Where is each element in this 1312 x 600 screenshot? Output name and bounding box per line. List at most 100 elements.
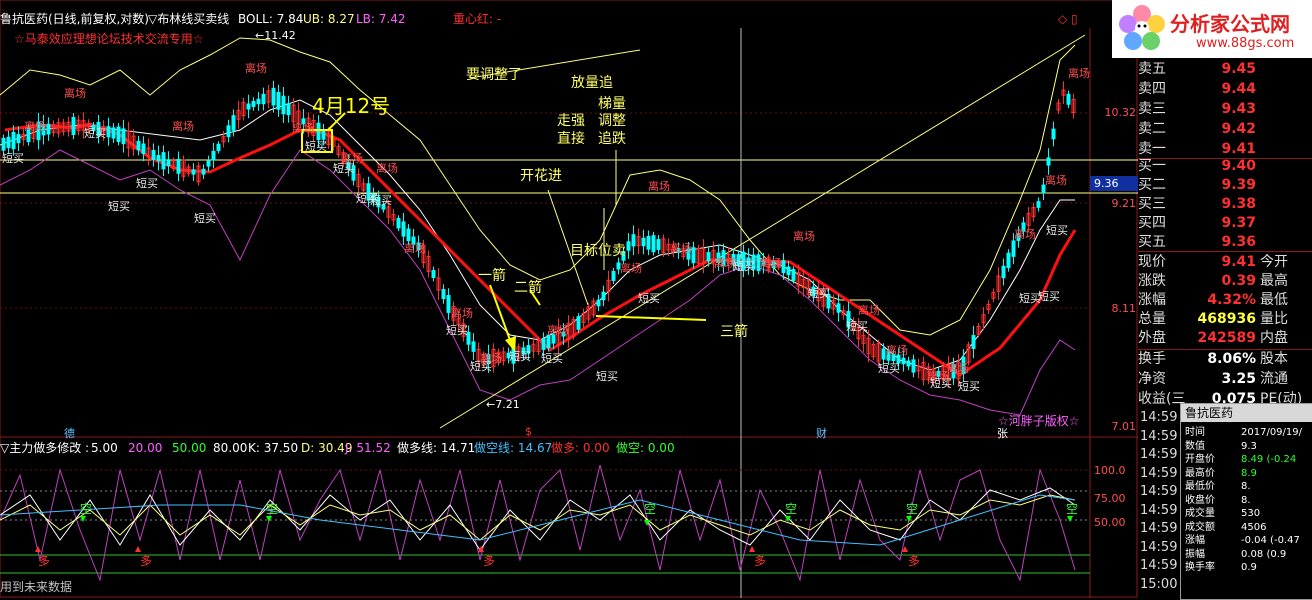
watermark-text: ☆马泰效应理想论坛技术交流专用☆ (14, 32, 204, 46)
marker-zhang[interactable]: 张 (997, 425, 1008, 441)
copyright-annotation: ☆河胖子版权☆ (998, 414, 1080, 428)
leave-tag: 离场 (1014, 228, 1036, 241)
quote-row[interactable]: 买四 9.37 (1138, 213, 1312, 233)
flower-logo-icon (1118, 4, 1166, 52)
candle-body (1011, 240, 1016, 257)
short-buy-tag: 短买 (84, 127, 106, 140)
kong-signal: 空 (266, 502, 279, 516)
candle-body (1046, 157, 1051, 166)
short-buy-tag: 短买 (733, 260, 755, 273)
candle-body (161, 152, 166, 170)
arrow3-annotation: 三箭 (720, 324, 748, 340)
target-annotation: 目标位卖 (570, 243, 626, 259)
short-buy-tag: 短买 (638, 292, 660, 305)
candle-body (706, 252, 711, 262)
short-buy-tag: 短买 (194, 212, 216, 225)
quote-label: 买五 (1138, 234, 1166, 250)
short-buy-tag: 短买 (846, 320, 868, 333)
quote-row[interactable]: 涨跌 0.39 最高 (1138, 271, 1312, 291)
popup-row: 成交额 4506 (1181, 521, 1312, 534)
ind-tick: 100.0 (1094, 464, 1126, 477)
popup-value: 2017/09/19/ (1241, 427, 1303, 438)
candlestick-series (1, 80, 1076, 389)
price-tick: 7.01 (1111, 420, 1137, 433)
future-data-note: 用到未来数据 (0, 580, 73, 594)
short-buy-tag: 短买 (509, 350, 531, 363)
logo-url[interactable]: www.88gs.com (1196, 36, 1294, 51)
quote-label: 涨幅 (1138, 292, 1166, 308)
candle-body (781, 260, 786, 274)
quote-row[interactable]: 净资 3.25 流通 (1138, 369, 1312, 389)
candle-body (541, 338, 546, 350)
short-buy-tag: 短买 (136, 177, 158, 190)
short-buy-tag: 短买 (333, 162, 355, 175)
short-buy-tag: 短买 (541, 352, 563, 365)
quote-label: 现价 (1138, 254, 1166, 270)
quote-extra: 最高 (1260, 273, 1288, 289)
popup-value: 8. (1241, 481, 1251, 492)
quote-row[interactable]: 涨幅 4.32% 最低 (1138, 290, 1312, 310)
low-mark: ←7.21 (486, 398, 520, 411)
candle-body (231, 115, 236, 131)
quote-row[interactable]: 买三 9.38 (1138, 194, 1312, 214)
quote-row[interactable]: 换手 8.06% 股本 (1138, 349, 1312, 369)
chart-canvas[interactable] (0, 0, 1138, 598)
data-popup[interactable]: 鲁抗医药 时间 2017/09/19/数值 9.3 开盘价 8.49 (-0.24 最高价… (1180, 403, 1312, 600)
quote-value: 9.40 (1221, 158, 1256, 174)
quote-value: 9.45 (1221, 61, 1256, 77)
ind-tick: 75.00 (1094, 492, 1126, 505)
popup-row: 开盘价 8.49 (-0.24 (1181, 453, 1312, 466)
marker-de[interactable]: 德 (64, 425, 75, 441)
window-controls[interactable]: ◇ ▯ (1058, 12, 1078, 26)
kong-signal: 空 (644, 502, 657, 516)
quote-row[interactable]: 外盘 242589 内盘 (1138, 328, 1312, 348)
date-annotation: 4月12号 (312, 94, 391, 118)
quote-row[interactable]: 买一 9.40 (1138, 156, 1312, 176)
popup-key: 数值 (1185, 440, 1205, 452)
candle-body (791, 269, 796, 281)
indicator-name[interactable]: ▽布林线买卖线 (148, 11, 229, 27)
quote-row[interactable]: 卖三 9.43 (1138, 99, 1312, 119)
bloom-annotation: 开花进 (520, 168, 562, 184)
strong-annotation: 走强 (557, 113, 585, 129)
popup-value: -0.04 (-0.47 (1241, 535, 1300, 546)
quote-row[interactable]: 卖四 9.44 (1138, 79, 1312, 99)
popup-row: 涨幅 -0.04 (-0.47 (1181, 534, 1312, 547)
popup-value: 530 (1241, 508, 1261, 519)
candle-body (691, 247, 696, 264)
candle-body (216, 143, 221, 152)
candle-body (881, 348, 886, 360)
quote-row[interactable]: 买二 9.39 (1138, 175, 1312, 195)
ind-tick: 50.00 (1094, 516, 1126, 529)
quote-value: 4.32% (1207, 292, 1256, 308)
short-buy-tag: 短买 (1038, 290, 1060, 303)
quote-value: 0.39 (1221, 273, 1256, 289)
marker-dollar[interactable]: $ (525, 425, 532, 438)
tick-time: 14:59 (1140, 465, 1178, 481)
candle-body (251, 101, 256, 107)
quote-label: 买一 (1138, 158, 1166, 174)
quote-label: 卖三 (1138, 101, 1166, 117)
popup-title: 鲁抗医药 (1181, 404, 1312, 422)
quote-row[interactable]: 卖二 9.42 (1138, 119, 1312, 139)
ind-k: K: 37.50 (248, 441, 299, 455)
quote-row[interactable]: 买五 9.36 (1138, 232, 1312, 252)
candle-body (166, 159, 171, 167)
popup-row: 数值 9.3 (1181, 440, 1312, 453)
candle-body (901, 357, 906, 365)
quote-label: 总量 (1138, 311, 1166, 327)
candle-body (6, 136, 11, 148)
ind-title[interactable]: ▽主力做多修改 : (0, 440, 89, 456)
candle-body (906, 360, 911, 367)
short-buy-tag: 短买 (446, 324, 468, 337)
candle-body (441, 289, 446, 299)
marker-cai[interactable]: 财 (816, 425, 827, 441)
quote-row[interactable]: 现价 9.41 今开 (1138, 252, 1312, 272)
candle-body (211, 150, 216, 161)
candle-body (256, 98, 261, 105)
quote-row[interactable]: 卖五 9.45 (1138, 59, 1312, 79)
quote-row[interactable]: 总量 468936 量比 (1138, 309, 1312, 329)
kong-signal: 空 (785, 502, 798, 516)
kline-chart-area[interactable]: 鲁抗医药(日线,前复权,对数) ▽布林线买卖线 BOLL: 7.84 UB: 8… (0, 0, 1312, 598)
quote-value: 468936 (1197, 311, 1256, 327)
